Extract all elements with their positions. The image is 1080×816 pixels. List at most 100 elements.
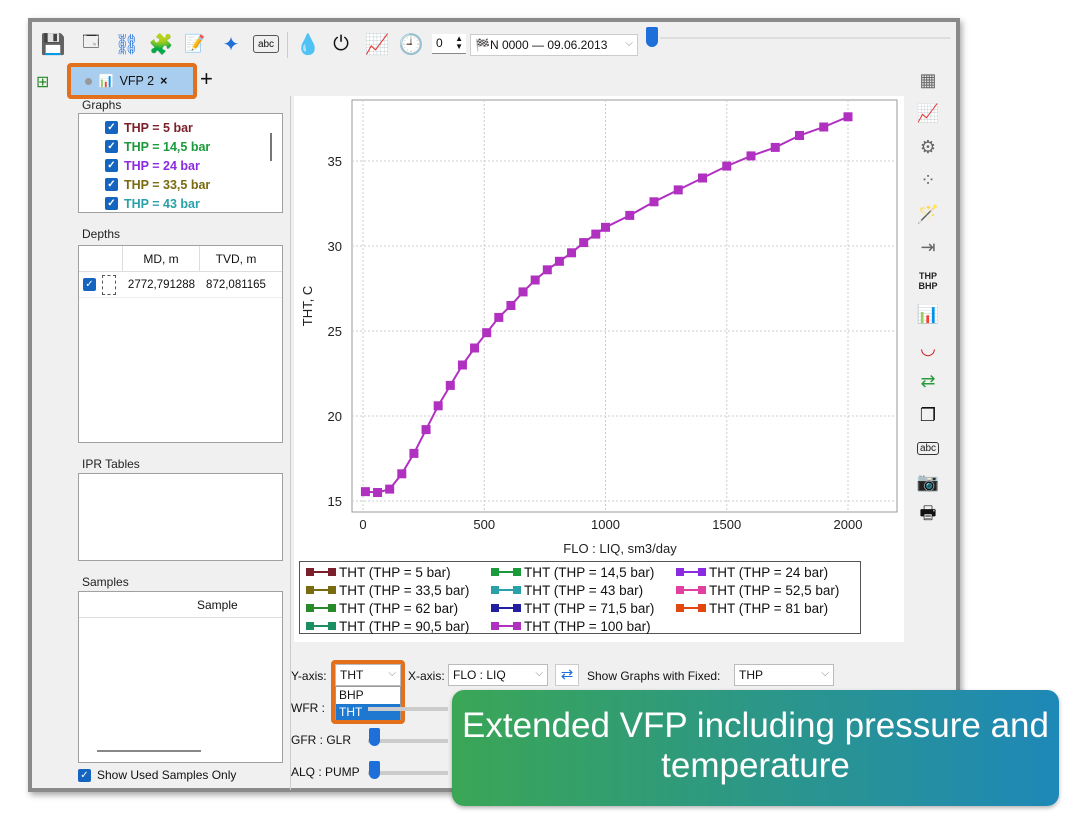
data-point bbox=[433, 401, 443, 411]
fixed-select[interactable]: THP ⌵ bbox=[734, 664, 834, 686]
legend-item[interactable]: THT (THP = 62 bar) bbox=[306, 599, 491, 617]
chevron-down-icon: ⌵ bbox=[535, 668, 543, 679]
chart-settings-icon[interactable]: ⚙ bbox=[912, 133, 944, 161]
data-point bbox=[795, 131, 804, 140]
data-point bbox=[746, 151, 756, 161]
y-axis-title: THT, C bbox=[300, 286, 315, 326]
legend-label: THT (THP = 81 bar) bbox=[709, 600, 829, 616]
legend-swatch bbox=[491, 604, 521, 612]
legend-item[interactable]: THT (THP = 52,5 bar) bbox=[676, 581, 861, 599]
legend-item[interactable]: THT (THP = 71,5 bar) bbox=[491, 599, 676, 617]
highlight-frame bbox=[331, 660, 405, 724]
fixed-label: Show Graphs with Fixed: bbox=[587, 669, 721, 683]
legend-swatch bbox=[676, 604, 706, 612]
data-point bbox=[698, 173, 707, 183]
data-point bbox=[506, 301, 516, 310]
legend-item[interactable]: THT (THP = 90,5 bar) bbox=[306, 617, 491, 635]
data-point bbox=[673, 185, 683, 195]
x-tick-label: 1500 bbox=[712, 517, 741, 532]
wfr-slider[interactable] bbox=[368, 707, 448, 711]
data-point bbox=[385, 484, 395, 494]
swap-arrows-icon[interactable]: ⇄ bbox=[912, 368, 944, 396]
alq-slider[interactable] bbox=[368, 771, 448, 775]
legend-item[interactable]: THT (THP = 100 bar) bbox=[491, 617, 676, 635]
thp-bhp-icon[interactable]: THP BHP bbox=[912, 267, 944, 295]
data-point bbox=[409, 448, 419, 458]
gfr-slider[interactable] bbox=[368, 739, 448, 743]
legend: THT (THP = 5 bar) THT (THP = 14,5 bar) THT… bbox=[299, 561, 861, 634]
legend-swatch bbox=[491, 568, 521, 576]
legend-item[interactable]: THT (THP = 24 bar) bbox=[676, 563, 861, 581]
legend-label: THT (THP = 14,5 bar) bbox=[524, 564, 655, 580]
abc-text: abc bbox=[916, 442, 940, 455]
swap-axes-button[interactable]: ⇄ bbox=[555, 664, 579, 686]
y-tick-label: 25 bbox=[328, 324, 342, 339]
legend-swatch bbox=[491, 622, 521, 630]
legend-label: THT (THP = 24 bar) bbox=[709, 564, 829, 580]
data-point bbox=[591, 229, 601, 239]
data-point bbox=[579, 238, 589, 248]
bhp-text: BHP bbox=[918, 281, 938, 291]
legend-item[interactable]: THT (THP = 33,5 bar) bbox=[306, 581, 491, 599]
x-axis-label: X-axis: bbox=[408, 669, 445, 683]
x-tick-label: 0 bbox=[359, 517, 366, 532]
data-point bbox=[601, 222, 610, 232]
data-point bbox=[494, 312, 504, 322]
x-tick-label: 2000 bbox=[834, 517, 863, 532]
legend-label: THT (THP = 62 bar) bbox=[339, 600, 459, 616]
abc-comment-icon[interactable]: abc bbox=[912, 435, 944, 463]
alq-label: ALQ : PUMP bbox=[291, 765, 360, 779]
legend-label: THT (THP = 100 bar) bbox=[524, 618, 651, 634]
scatter-line-icon[interactable]: 📈 bbox=[912, 100, 944, 128]
y-axis-label: Y-axis: bbox=[291, 669, 327, 683]
y-tick-label: 35 bbox=[328, 154, 342, 169]
legend-item[interactable]: THT (THP = 43 bar) bbox=[491, 581, 676, 599]
legend-item[interactable]: THT (THP = 5 bar) bbox=[306, 563, 491, 581]
gfr-slider-thumb[interactable] bbox=[369, 728, 380, 746]
y-tick-label: 30 bbox=[328, 239, 342, 254]
thp-text: THP bbox=[919, 271, 937, 281]
camera-icon[interactable]: 📷 bbox=[912, 468, 944, 496]
legend-swatch bbox=[491, 586, 521, 594]
x-tick-label: 1000 bbox=[591, 517, 620, 532]
y-tick-label: 20 bbox=[328, 409, 342, 424]
x-axis-value: FLO : LIQ bbox=[453, 668, 506, 682]
u-curve-icon[interactable]: ◡ bbox=[912, 334, 944, 362]
table-chart-icon[interactable]: ▦ bbox=[912, 66, 944, 94]
data-point bbox=[421, 425, 431, 435]
scatter-icon[interactable]: ⁘ bbox=[912, 167, 944, 195]
data-point bbox=[530, 275, 540, 285]
legend-swatch bbox=[676, 586, 706, 594]
legend-item[interactable]: THT (THP = 14,5 bar) bbox=[491, 563, 676, 581]
legend-swatch bbox=[306, 604, 336, 612]
data-point bbox=[843, 112, 853, 122]
data-point bbox=[445, 380, 455, 390]
data-point bbox=[397, 469, 407, 479]
print-icon[interactable]: 🖶 bbox=[912, 502, 944, 530]
x-tick-label: 500 bbox=[473, 517, 495, 532]
data-point bbox=[542, 265, 552, 275]
data-point bbox=[482, 328, 492, 338]
legend-label: THT (THP = 33,5 bar) bbox=[339, 582, 470, 598]
data-point bbox=[819, 122, 829, 132]
data-point bbox=[770, 142, 780, 152]
legend-label: THT (THP = 5 bar) bbox=[339, 564, 451, 580]
data-point bbox=[518, 287, 528, 297]
data-point bbox=[360, 487, 370, 497]
data-point bbox=[567, 248, 577, 258]
legend-item[interactable]: THT (THP = 81 bar) bbox=[676, 599, 861, 617]
plot-area bbox=[351, 99, 898, 513]
y-tick-label: 15 bbox=[328, 494, 342, 509]
import-table-icon[interactable]: ⇥ bbox=[912, 234, 944, 262]
x-axis-select[interactable]: FLO : LIQ ⌵ bbox=[448, 664, 548, 686]
alq-slider-thumb[interactable] bbox=[369, 761, 380, 779]
chevron-down-icon: ⌵ bbox=[821, 668, 829, 679]
data-point bbox=[625, 210, 635, 220]
shift-curves-icon[interactable]: 📊 bbox=[912, 301, 944, 329]
copy-icon[interactable]: ❐ bbox=[912, 401, 944, 429]
x-axis-title: FLO : LIQ, sm3/day bbox=[563, 541, 677, 556]
magic-table-icon[interactable]: 🪄 bbox=[912, 200, 944, 228]
legend-swatch bbox=[306, 568, 336, 576]
data-point bbox=[470, 343, 480, 353]
banner-text: Extended VFP including pressure and temp… bbox=[462, 706, 1049, 785]
